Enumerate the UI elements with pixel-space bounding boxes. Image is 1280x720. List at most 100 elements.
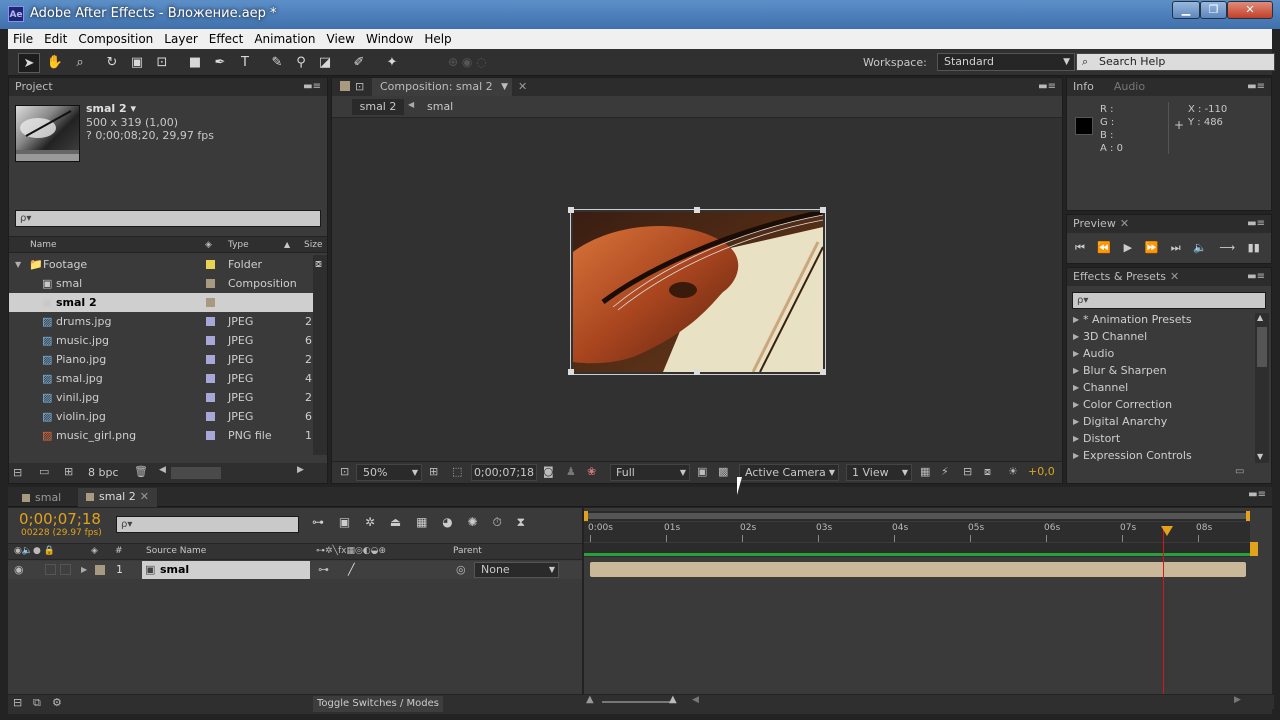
- label-swatch[interactable]: [206, 393, 215, 402]
- label-swatch[interactable]: [206, 317, 215, 326]
- new-folder-icon[interactable]: ▭: [39, 465, 49, 478]
- expand-triangle-icon[interactable]: ▼: [15, 255, 21, 274]
- pen-tool-icon[interactable]: ✒: [209, 53, 231, 73]
- panel-menu-icon[interactable]: ▬≡: [1038, 78, 1056, 96]
- effects-category[interactable]: ▶ Channel: [1067, 379, 1255, 396]
- menu-view[interactable]: View: [322, 29, 361, 49]
- effects-category[interactable]: ▶ Color Correction: [1067, 396, 1255, 413]
- trash-icon[interactable]: ▭: [1235, 466, 1244, 477]
- effects-category[interactable]: ▶ Distort: [1067, 430, 1255, 447]
- previous-frame-icon[interactable]: ⏪: [1097, 241, 1111, 254]
- camera-tool-icon[interactable]: ▣: [126, 53, 148, 73]
- label-swatch[interactable]: [206, 431, 215, 440]
- fast-previews-icon[interactable]: ▣: [697, 462, 707, 482]
- scroll-thumb[interactable]: [1257, 327, 1267, 367]
- last-frame-icon[interactable]: ⏭: [1171, 241, 1181, 254]
- menu-layer[interactable]: Layer: [159, 29, 203, 49]
- expand-triangle-icon[interactable]: ▶: [1073, 379, 1079, 396]
- layer-handle[interactable]: [694, 207, 700, 213]
- breadcrumb-item-current[interactable]: smal 2: [352, 99, 404, 115]
- timeline-timecode[interactable]: 0;00;07;18: [19, 510, 101, 528]
- eye-icon[interactable]: ◉: [14, 561, 24, 579]
- expand-transfer-controls-icon[interactable]: ⧉: [33, 696, 41, 710]
- audio-icon[interactable]: 🔈: [1193, 241, 1207, 254]
- menu-composition[interactable]: Composition: [73, 29, 159, 49]
- label-swatch[interactable]: [206, 355, 215, 364]
- project-row[interactable]: ▨ drums.jpg JPEG 2: [9, 312, 313, 331]
- zoom-out-icon[interactable]: ▲: [586, 694, 594, 705]
- parent-dropdown[interactable]: None ▼: [474, 562, 559, 578]
- new-composition-icon[interactable]: ⊞: [64, 465, 73, 478]
- work-area-start[interactable]: [584, 511, 588, 521]
- always-preview-icon[interactable]: ⊡: [340, 462, 349, 482]
- effects-category[interactable]: ▶ Audio: [1067, 345, 1255, 362]
- close-window-button[interactable]: ✕: [1227, 1, 1273, 19]
- column-parent[interactable]: Parent: [453, 544, 482, 559]
- scroll-down-icon[interactable]: ▼: [1257, 452, 1263, 461]
- lock-switch[interactable]: [60, 564, 71, 575]
- work-area-bar[interactable]: [584, 511, 1250, 521]
- label-swatch[interactable]: [206, 260, 215, 269]
- auto-keyframe-icon[interactable]: ⏱: [492, 515, 501, 529]
- menu-edit[interactable]: Edit: [39, 29, 73, 49]
- workspace-dropdown[interactable]: Standard ▼: [937, 53, 1075, 71]
- graph-editor-icon[interactable]: ⧗: [517, 515, 525, 529]
- interpret-footage-icon[interactable]: ⊟: [13, 466, 22, 479]
- panel-menu-icon[interactable]: ▬≡: [1248, 489, 1266, 500]
- rectangle-tool-icon[interactable]: ■: [184, 53, 206, 73]
- scroll-up-icon[interactable]: ▲: [1257, 313, 1263, 322]
- menu-window[interactable]: Window: [361, 29, 419, 49]
- close-tab-icon[interactable]: ✕: [518, 78, 527, 96]
- flowchart-icon[interactable]: ⧇: [315, 257, 322, 271]
- label-column-icon[interactable]: ◈: [91, 544, 98, 559]
- expand-triangle-icon[interactable]: ▶: [1073, 413, 1079, 430]
- zoom-in-icon[interactable]: ▲: [669, 694, 677, 705]
- channels-icon[interactable]: ❀: [587, 462, 596, 482]
- restore-button[interactable]: ❐: [1200, 1, 1227, 19]
- timeline-icon[interactable]: ⊟: [963, 462, 972, 482]
- work-area-end[interactable]: [1246, 511, 1250, 521]
- layer-handle[interactable]: [820, 369, 826, 375]
- layer-handle[interactable]: [568, 369, 574, 375]
- frame-blending-icon[interactable]: ▦: [416, 515, 427, 529]
- menu-help[interactable]: Help: [419, 29, 457, 49]
- draft-3d-icon[interactable]: ✲: [365, 515, 375, 529]
- current-time-indicator[interactable]: [1163, 526, 1164, 694]
- shy-switch-icon[interactable]: ⊶: [318, 561, 329, 579]
- comp-viewer-image[interactable]: [573, 212, 823, 372]
- label-swatch[interactable]: [206, 298, 215, 307]
- zoom-slider-track[interactable]: [602, 701, 672, 703]
- pick-whip-icon[interactable]: ◎: [456, 561, 466, 579]
- puppet-tool-icon[interactable]: ✦: [381, 53, 403, 73]
- menu-effect[interactable]: Effect: [204, 29, 250, 49]
- show-snapshot-icon[interactable]: ♟: [566, 462, 576, 482]
- close-tab-icon[interactable]: ✕: [1120, 217, 1129, 230]
- loop-icon[interactable]: ⟶: [1219, 241, 1235, 254]
- hand-tool-icon[interactable]: ✋: [44, 53, 66, 73]
- project-row[interactable]: ▨ vinil.jpg JPEG 2: [9, 388, 313, 407]
- audio-tab[interactable]: Audio: [1114, 80, 1145, 93]
- expand-triangle-icon[interactable]: ▶: [1073, 328, 1079, 345]
- column-name[interactable]: Name: [30, 237, 57, 253]
- layer-duration-bar[interactable]: [590, 562, 1246, 577]
- scroll-right-icon[interactable]: ▶: [1234, 695, 1241, 705]
- exposure-value[interactable]: +0,0: [1028, 462, 1055, 482]
- composition-tab[interactable]: Composition: smal 2 ▼: [372, 78, 512, 96]
- project-scrollbar[interactable]: ⧇: [313, 255, 327, 455]
- camera-dropdown[interactable]: Active Camera ▼: [739, 464, 839, 481]
- search-help-input[interactable]: ⌕ Search Help: [1076, 53, 1275, 71]
- project-row[interactable]: ▨ music_girl.png PNG file 1: [9, 426, 313, 445]
- effects-category[interactable]: ▶ 3D Channel: [1067, 328, 1255, 345]
- views-dropdown[interactable]: 1 View ▼: [846, 464, 912, 481]
- menu-animation[interactable]: Animation: [249, 29, 321, 49]
- switches-icons[interactable]: ⊶✲╲fx▦◎◐◒⊕: [316, 544, 386, 559]
- project-row[interactable]: ▨ violin.jpg JPEG 6: [9, 407, 313, 426]
- menu-file[interactable]: File: [8, 29, 39, 49]
- comp-mini-flowchart-icon[interactable]: ⊶: [312, 515, 324, 529]
- panel-menu-icon[interactable]: ▬≡: [303, 78, 321, 96]
- resolution-dropdown[interactable]: Full ▼: [610, 464, 690, 481]
- project-search-input[interactable]: ρ▾: [15, 210, 321, 227]
- column-hash[interactable]: #: [115, 544, 123, 559]
- next-frame-icon[interactable]: ⏩: [1145, 241, 1159, 254]
- roto-brush-tool-icon[interactable]: ✐: [348, 53, 370, 73]
